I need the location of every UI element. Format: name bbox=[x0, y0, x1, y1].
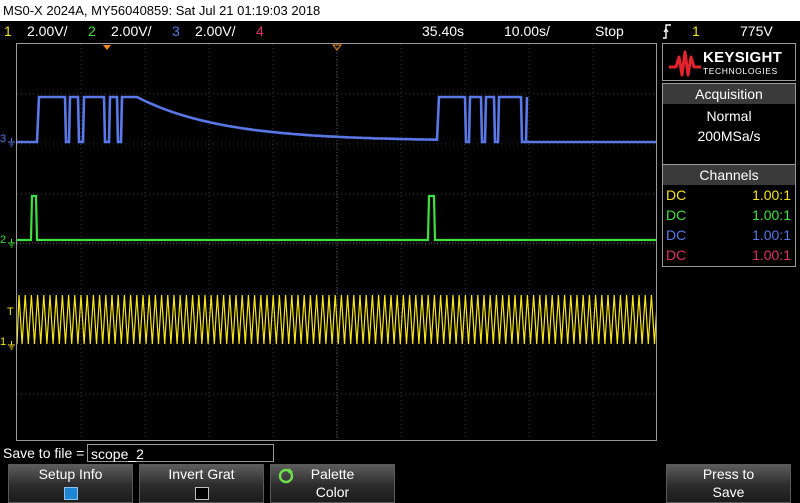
trigger-edge-icon bbox=[662, 24, 672, 45]
press-to-label: Press to bbox=[702, 466, 755, 482]
ch1-scale[interactable]: 2.00V/ bbox=[27, 21, 67, 42]
delay-marker-icon bbox=[103, 45, 111, 50]
ch2-marker-label: 2 bbox=[0, 234, 7, 246]
ch1-marker-label: 1 bbox=[0, 336, 7, 348]
trigger-level[interactable]: 775V bbox=[740, 21, 773, 42]
sample-rate: 200MSa/s bbox=[697, 128, 761, 144]
invert-grat-button[interactable]: Invert Grat bbox=[139, 464, 264, 503]
ch3-scale[interactable]: 2.00V/ bbox=[195, 21, 235, 42]
ch4-coupling: DC bbox=[666, 247, 687, 263]
channels-title: Channels bbox=[663, 165, 795, 185]
ch1-coupling: DC bbox=[666, 187, 687, 203]
timebase-scale[interactable]: 10.00s/ bbox=[504, 21, 550, 42]
ch3-probe: 1.00:1 bbox=[752, 227, 791, 243]
acquisition-panel[interactable]: Acquisition Normal 200MSa/s bbox=[662, 83, 796, 167]
ground-icon bbox=[8, 341, 15, 350]
ground-icon bbox=[8, 239, 15, 248]
keysight-logo: KEYSIGHT TECHNOLOGIES bbox=[662, 43, 796, 81]
logo-brand: KEYSIGHT bbox=[703, 49, 783, 66]
channel-row-2: DC 1.00:1 bbox=[663, 205, 795, 225]
ch2-ground-marker[interactable]: 2 bbox=[0, 234, 16, 250]
trigger-channel[interactable]: 1 bbox=[692, 21, 700, 42]
status-bar: 1 2.00V/ 2 2.00V/ 3 2.00V/ 4 35.40s 10.0… bbox=[0, 21, 800, 42]
horizontal-delay[interactable]: 35.40s bbox=[422, 21, 464, 42]
channel-row-3: DC 1.00:1 bbox=[663, 225, 795, 245]
ch4-probe: 1.00:1 bbox=[752, 247, 791, 263]
ch1-probe: 1.00:1 bbox=[752, 187, 791, 203]
ch1-number[interactable]: 1 bbox=[4, 21, 12, 42]
ch2-number[interactable]: 2 bbox=[88, 21, 96, 42]
ch4-number[interactable]: 4 bbox=[256, 21, 264, 42]
palette-button[interactable]: Palette Color bbox=[270, 464, 395, 503]
ch1-ground-marker[interactable]: 1 bbox=[0, 336, 16, 352]
ch2-probe: 1.00:1 bbox=[752, 207, 791, 223]
ground-icon bbox=[8, 138, 15, 147]
trigger-level-marker[interactable]: T bbox=[7, 306, 14, 318]
invert-grat-label: Invert Grat bbox=[168, 466, 235, 482]
invert-grat-checkbox bbox=[195, 487, 209, 500]
ch3-coupling: DC bbox=[666, 227, 687, 243]
save-label: Save bbox=[712, 484, 745, 500]
ch2-scale[interactable]: 2.00V/ bbox=[111, 21, 151, 42]
save-to-file-label: Save to file = bbox=[3, 445, 85, 461]
setup-info-checkbox bbox=[64, 487, 78, 500]
waveform-display[interactable] bbox=[16, 43, 657, 441]
channels-panel[interactable]: Channels DC 1.00:1 DC 1.00:1 DC 1.00:1 D… bbox=[662, 164, 796, 267]
acquisition-title: Acquisition bbox=[663, 84, 795, 104]
ch3-ground-marker[interactable]: 3 bbox=[0, 133, 16, 149]
channel-row-1: DC 1.00:1 bbox=[663, 185, 795, 205]
run-state[interactable]: Stop bbox=[595, 21, 624, 42]
setup-info-button[interactable]: Setup Info bbox=[8, 464, 133, 503]
acquisition-mode: Normal bbox=[706, 108, 752, 124]
press-to-save-button[interactable]: Press to Save bbox=[666, 464, 791, 503]
filename-field[interactable]: scope_2 bbox=[87, 444, 274, 462]
palette-label: Palette bbox=[310, 466, 355, 482]
setup-info-label: Setup Info bbox=[38, 466, 103, 482]
window-title: MS0-X 2024A, MY56040859: Sat Jul 21 01:1… bbox=[0, 0, 800, 21]
ch3-marker-label: 3 bbox=[0, 133, 7, 145]
channel-row-4: DC 1.00:1 bbox=[663, 245, 795, 265]
ch2-coupling: DC bbox=[666, 207, 687, 223]
palette-value: Color bbox=[315, 484, 350, 500]
logo-subtitle: TECHNOLOGIES bbox=[703, 66, 778, 76]
ch3-number[interactable]: 3 bbox=[172, 21, 180, 42]
waveform-canvas bbox=[17, 44, 656, 440]
keysight-wave-icon bbox=[669, 50, 701, 77]
info-sidebar: KEYSIGHT TECHNOLOGIES Acquisition Normal… bbox=[660, 43, 800, 441]
